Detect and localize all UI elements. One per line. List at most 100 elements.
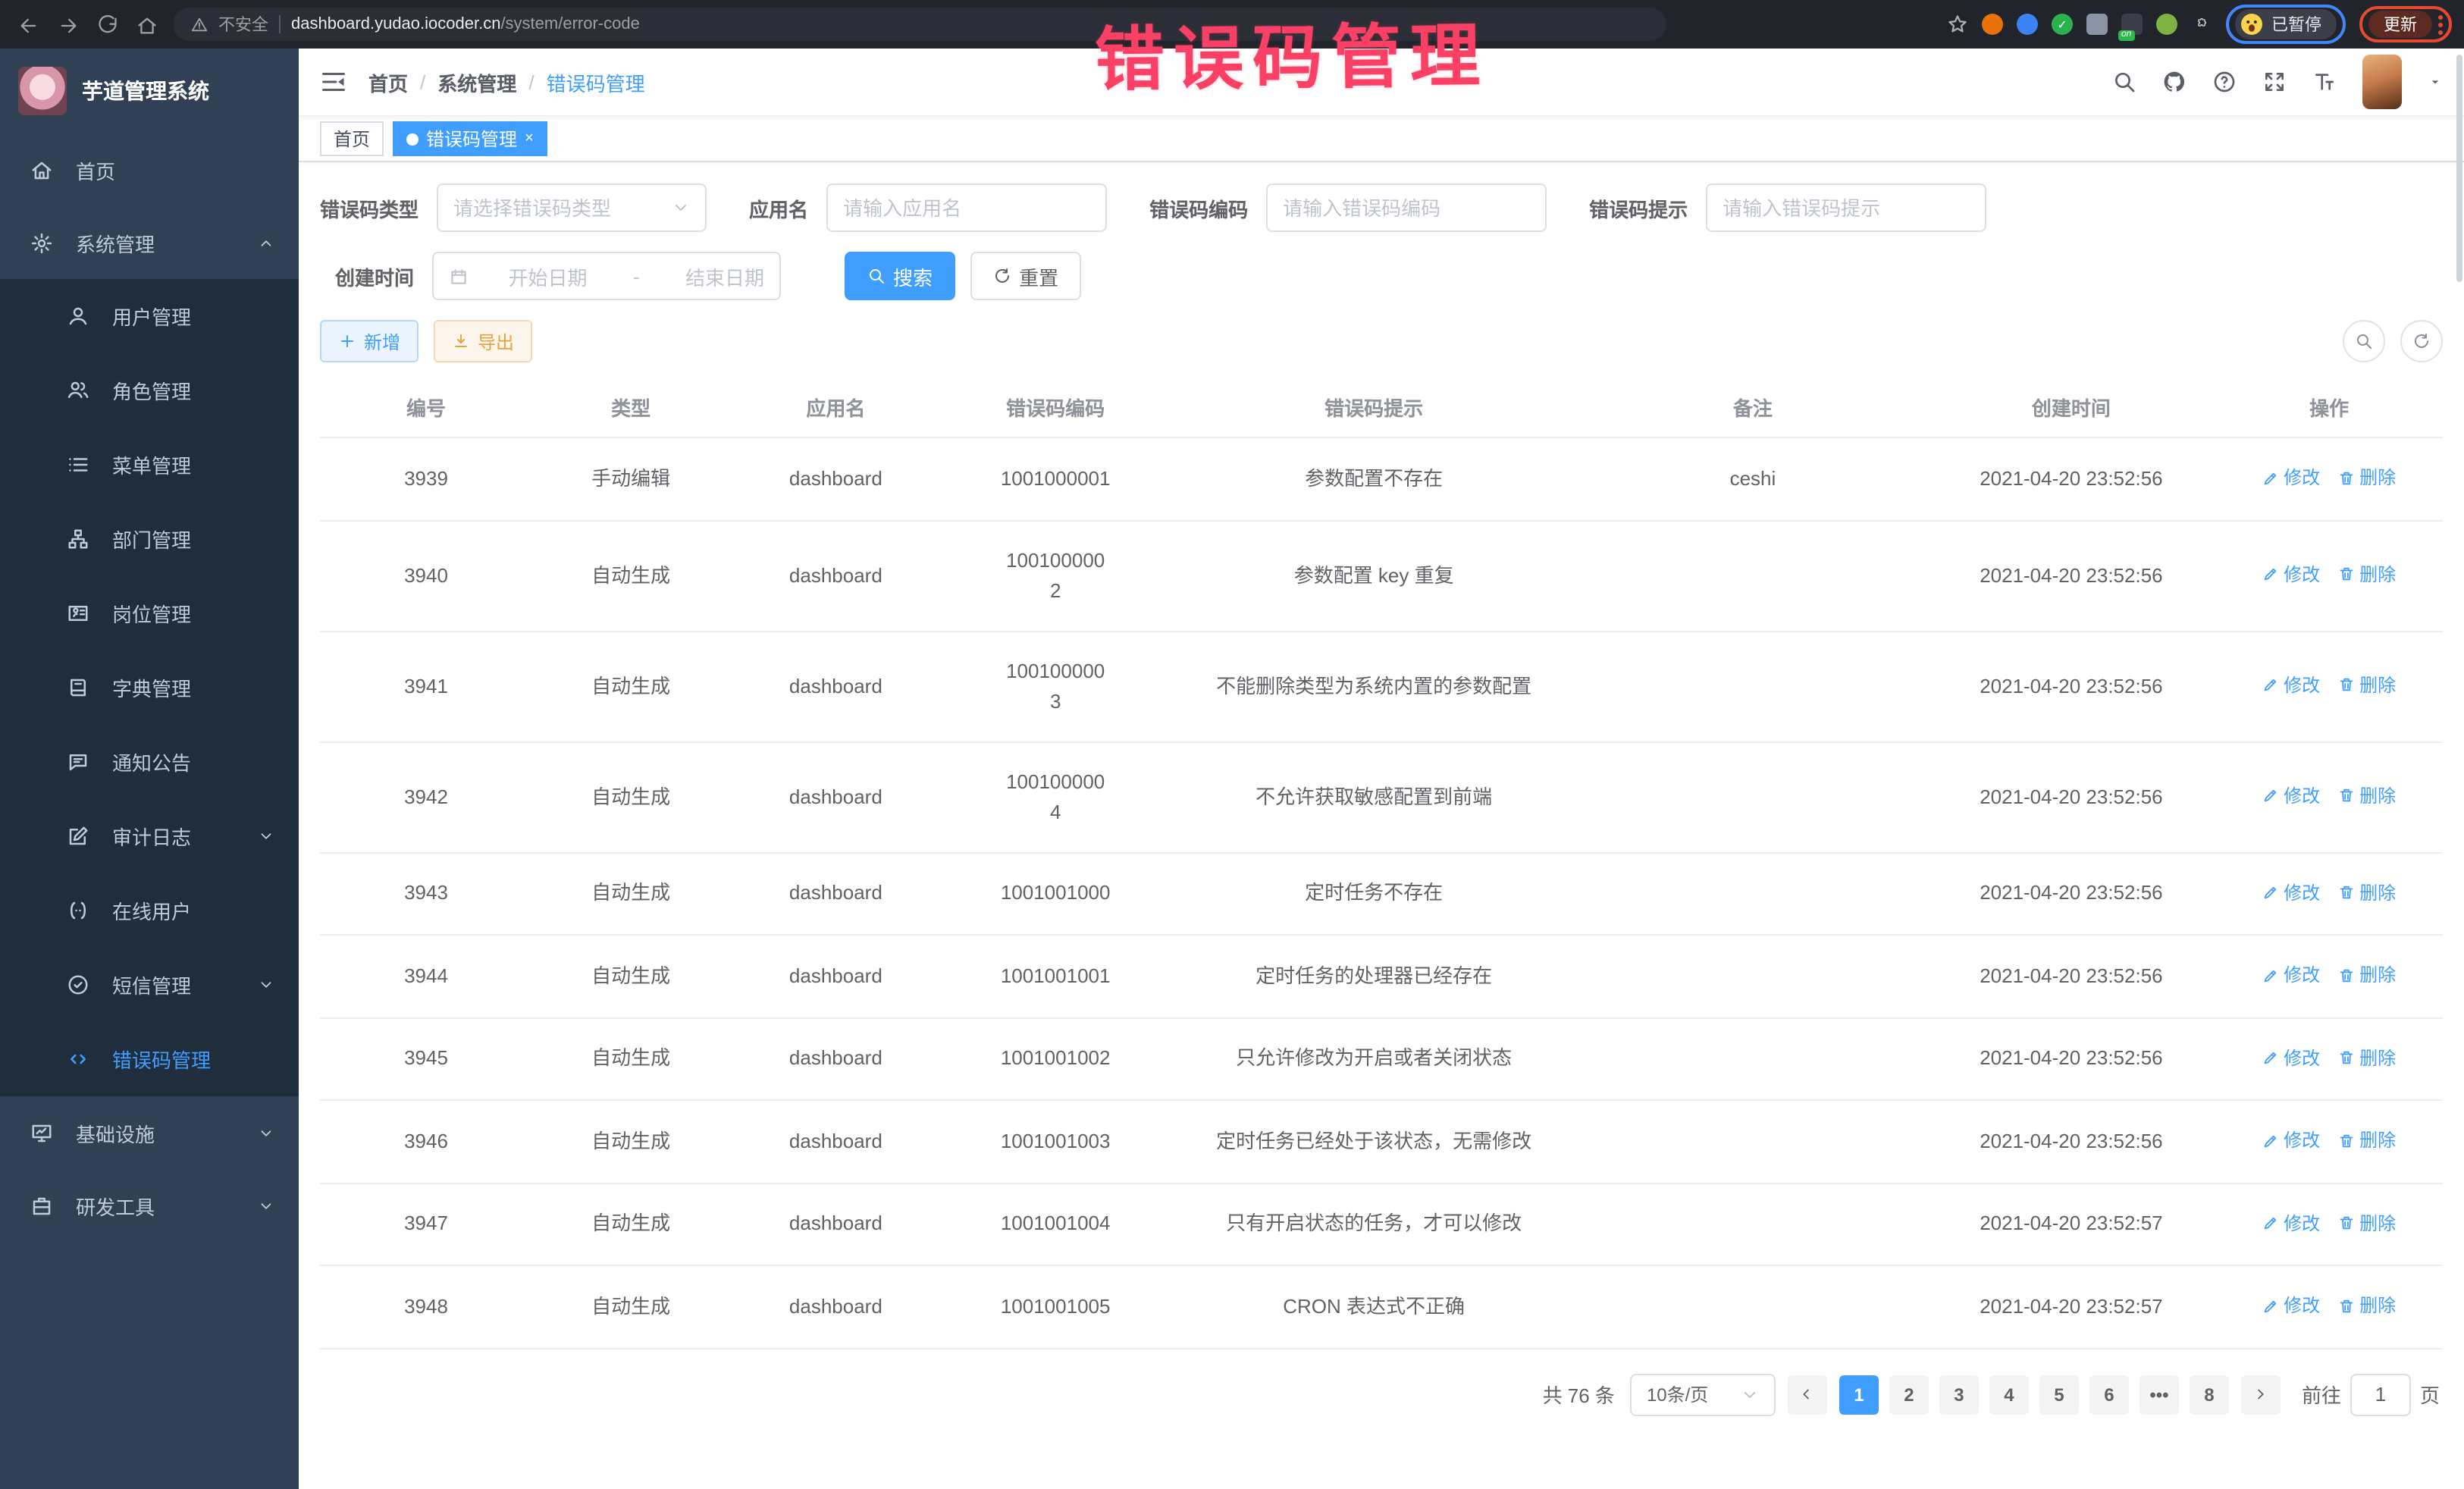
avatar-caret-down-icon[interactable] <box>2428 74 2443 89</box>
extension-gem-icon[interactable] <box>2017 14 2038 35</box>
app-logo-row[interactable]: 芋道管理系统 <box>0 49 299 133</box>
breadcrumb-item[interactable]: 错误码管理 <box>547 67 645 96</box>
browser-back-button[interactable] <box>12 8 45 41</box>
edit-link[interactable]: 修改 <box>2262 670 2320 701</box>
sidebar-item[interactable]: 用户管理 <box>0 279 299 353</box>
cell-type: 自动生成 <box>532 520 729 631</box>
delete-link[interactable]: 删除 <box>2338 877 2396 908</box>
sidebar-item[interactable]: 在线用户 <box>0 873 299 948</box>
help-icon[interactable] <box>2212 70 2237 94</box>
sidebar-item[interactable]: 岗位管理 <box>0 576 299 650</box>
user-avatar[interactable] <box>2362 55 2402 109</box>
page-button[interactable]: 2 <box>1889 1375 1929 1414</box>
sidebar-item[interactable]: 通知公告 <box>0 725 299 799</box>
page-ellipsis-button[interactable]: ••• <box>2140 1375 2179 1414</box>
address-bar[interactable]: 不安全 dashboard.yudao.iocoder.cn/system/er… <box>173 8 1666 41</box>
edit-link[interactable]: 修改 <box>2262 462 2320 493</box>
delete-link[interactable]: 删除 <box>2338 781 2396 811</box>
delete-link[interactable]: 删除 <box>2338 560 2396 590</box>
breadcrumb-item[interactable]: 首页 <box>368 67 408 96</box>
page-scrollbar[interactable] <box>2456 55 2462 282</box>
error-msg-input[interactable] <box>1723 196 1970 219</box>
page-button[interactable]: 5 <box>2039 1375 2079 1414</box>
edit-link[interactable]: 修改 <box>2262 877 2320 908</box>
sidebar-item[interactable]: 系统管理 <box>0 206 299 279</box>
delete-link[interactable]: 删除 <box>2338 670 2396 701</box>
page-button[interactable]: 4 <box>1989 1375 2029 1414</box>
delete-link[interactable]: 删除 <box>2338 1125 2396 1155</box>
sidebar-item[interactable]: 首页 <box>0 133 299 206</box>
edit-link[interactable]: 修改 <box>2262 1290 2320 1321</box>
delete-link[interactable]: 删除 <box>2338 960 2396 990</box>
sidebar-item[interactable]: 错误码管理 <box>0 1022 299 1096</box>
error-msg-field[interactable] <box>1706 183 1986 232</box>
edit-link[interactable]: 修改 <box>2262 1042 2320 1073</box>
delete-link[interactable]: 删除 <box>2338 462 2396 493</box>
reset-button[interactable]: 重置 <box>970 252 1081 300</box>
extension-orange-icon[interactable] <box>1982 14 2003 35</box>
edit-link[interactable]: 修改 <box>2262 1208 2320 1238</box>
delete-link[interactable]: 删除 <box>2338 1290 2396 1321</box>
browser-forward-button[interactable] <box>52 8 85 41</box>
extensions-puzzle-icon[interactable] <box>2191 14 2212 35</box>
error-type-select-input[interactable] <box>453 196 663 219</box>
app-name-field[interactable] <box>826 183 1107 232</box>
extension-grid-icon[interactable] <box>2086 14 2108 35</box>
profile-chip[interactable]: 已暂停 <box>2235 9 2337 39</box>
edit-link[interactable]: 修改 <box>2262 960 2320 990</box>
sidebar-item[interactable]: 角色管理 <box>0 353 299 428</box>
tag-close-icon[interactable]: × <box>525 130 534 147</box>
page-button[interactable]: 8 <box>2190 1375 2229 1414</box>
prev-page-button[interactable] <box>1788 1375 1827 1414</box>
sidebar-item[interactable]: 短信管理 <box>0 948 299 1022</box>
header-search-icon[interactable] <box>2112 70 2136 94</box>
create-time-range-picker[interactable]: 开始日期 - 结束日期 <box>432 252 781 300</box>
tag-item[interactable]: 首页 <box>320 121 384 156</box>
cell-memo <box>1578 741 1926 852</box>
edit-link[interactable]: 修改 <box>2262 560 2320 590</box>
delete-link[interactable]: 删除 <box>2338 1208 2396 1238</box>
security-warning-icon[interactable] <box>191 16 208 33</box>
search-button[interactable]: 搜索 <box>845 252 955 300</box>
tag-active[interactable]: 错误码管理× <box>393 121 547 156</box>
edit-link[interactable]: 修改 <box>2262 1125 2320 1155</box>
pencil-icon <box>2262 566 2279 583</box>
browser-menu-icon[interactable] <box>2438 14 2443 34</box>
browser-update-button[interactable]: 更新 <box>2368 11 2432 38</box>
browser-reload-button[interactable] <box>91 8 124 41</box>
breadcrumb-item[interactable]: 系统管理 <box>437 67 516 96</box>
page-button[interactable]: 1 <box>1839 1375 1879 1414</box>
extension-on-badge-icon[interactable]: on <box>2121 14 2143 35</box>
page-button[interactable]: 3 <box>1939 1375 1979 1414</box>
fullscreen-icon[interactable] <box>2262 70 2287 94</box>
error-type-select[interactable] <box>437 183 707 232</box>
error-code-field[interactable] <box>1266 183 1547 232</box>
sidebar-toggle-icon[interactable] <box>320 68 347 96</box>
sidebar-item[interactable]: 审计日志 <box>0 799 299 873</box>
extension-leaf-icon[interactable] <box>2156 14 2177 35</box>
app-name-input[interactable] <box>843 196 1090 219</box>
toggle-search-button[interactable] <box>2343 320 2385 362</box>
font-size-icon[interactable] <box>2312 70 2337 94</box>
extension-green-check-icon[interactable]: ✓ <box>2052 14 2073 35</box>
page-button[interactable]: 6 <box>2089 1375 2129 1414</box>
sidebar-item[interactable]: 菜单管理 <box>0 428 299 502</box>
next-page-button[interactable] <box>2241 1375 2281 1414</box>
sidebar-item[interactable]: 研发工具 <box>0 1169 299 1242</box>
error-code-input[interactable] <box>1283 196 1530 219</box>
browser-home-button[interactable] <box>130 8 164 41</box>
github-icon[interactable] <box>2162 70 2187 94</box>
sidebar-item[interactable]: 基础设施 <box>0 1096 299 1169</box>
bookmark-star-icon[interactable] <box>1947 14 1968 35</box>
delete-link[interactable]: 删除 <box>2338 1042 2396 1073</box>
cell-actions: 修改删除 <box>2215 1017 2443 1100</box>
page-size-select[interactable]: 10条/页 <box>1630 1373 1776 1415</box>
export-button[interactable]: 导出 <box>434 320 532 362</box>
sidebar-item[interactable]: 部门管理 <box>0 502 299 576</box>
add-button[interactable]: 新增 <box>320 320 419 362</box>
goto-page-input[interactable] <box>2358 1383 2403 1406</box>
goto-page-field[interactable] <box>2350 1373 2411 1415</box>
sidebar-item[interactable]: 字典管理 <box>0 650 299 725</box>
edit-link[interactable]: 修改 <box>2262 781 2320 811</box>
refresh-table-button[interactable] <box>2400 320 2443 362</box>
